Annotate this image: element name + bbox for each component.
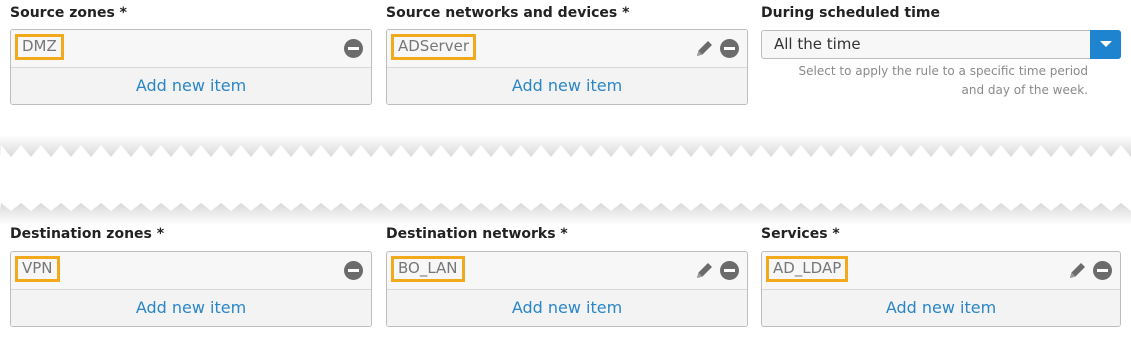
- destination-zones-list: VPN Add new item: [10, 251, 372, 327]
- schedule-selected-value: All the time: [774, 35, 861, 53]
- remove-icon[interactable]: [720, 261, 739, 280]
- destination-zone-value: VPN: [15, 256, 60, 282]
- schedule-label: During scheduled time: [761, 5, 940, 21]
- help-line: Select to apply the rule to a specific t…: [798, 64, 1088, 78]
- remove-icon[interactable]: [344, 261, 363, 280]
- pencil-icon[interactable]: [694, 260, 715, 281]
- source-networks-list: ADServer Add new item: [386, 29, 748, 105]
- services-list: AD_LDAP Add new item: [761, 251, 1121, 327]
- help-line: and day of the week.: [961, 83, 1088, 97]
- schedule-select[interactable]: All the time: [761, 30, 1121, 59]
- services-label: Services *: [761, 226, 840, 242]
- destination-networks-label: Destination networks *: [386, 226, 568, 242]
- add-new-item-button[interactable]: Add new item: [11, 68, 371, 104]
- pencil-icon[interactable]: [694, 38, 715, 59]
- list-item: BO_LAN: [387, 252, 747, 290]
- source-zones-list: DMZ Add new item: [10, 29, 372, 105]
- source-networks-label: Source networks and devices *: [386, 5, 630, 21]
- pencil-icon[interactable]: [1067, 260, 1088, 281]
- add-new-item-button[interactable]: Add new item: [762, 290, 1120, 326]
- add-new-item-button[interactable]: Add new item: [11, 290, 371, 326]
- source-network-value: ADServer: [391, 34, 477, 60]
- remove-icon[interactable]: [344, 39, 363, 58]
- source-zones-label: Source zones *: [10, 5, 127, 21]
- destination-zones-label: Destination zones *: [10, 226, 165, 242]
- list-item: DMZ: [11, 30, 371, 68]
- schedule-help-text: Select to apply the rule to a specific t…: [799, 62, 1088, 100]
- torn-separator: [0, 135, 1131, 225]
- chevron-down-icon[interactable]: [1090, 30, 1121, 59]
- list-item: ADServer: [387, 30, 747, 68]
- source-zone-value: DMZ: [15, 34, 64, 60]
- remove-icon[interactable]: [1093, 261, 1112, 280]
- destination-networks-list: BO_LAN Add new item: [386, 251, 748, 327]
- list-item: VPN: [11, 252, 371, 290]
- list-item: AD_LDAP: [762, 252, 1120, 290]
- remove-icon[interactable]: [720, 39, 739, 58]
- add-new-item-button[interactable]: Add new item: [387, 290, 747, 326]
- service-value: AD_LDAP: [766, 256, 849, 282]
- add-new-item-button[interactable]: Add new item: [387, 68, 747, 104]
- destination-network-value: BO_LAN: [391, 256, 465, 282]
